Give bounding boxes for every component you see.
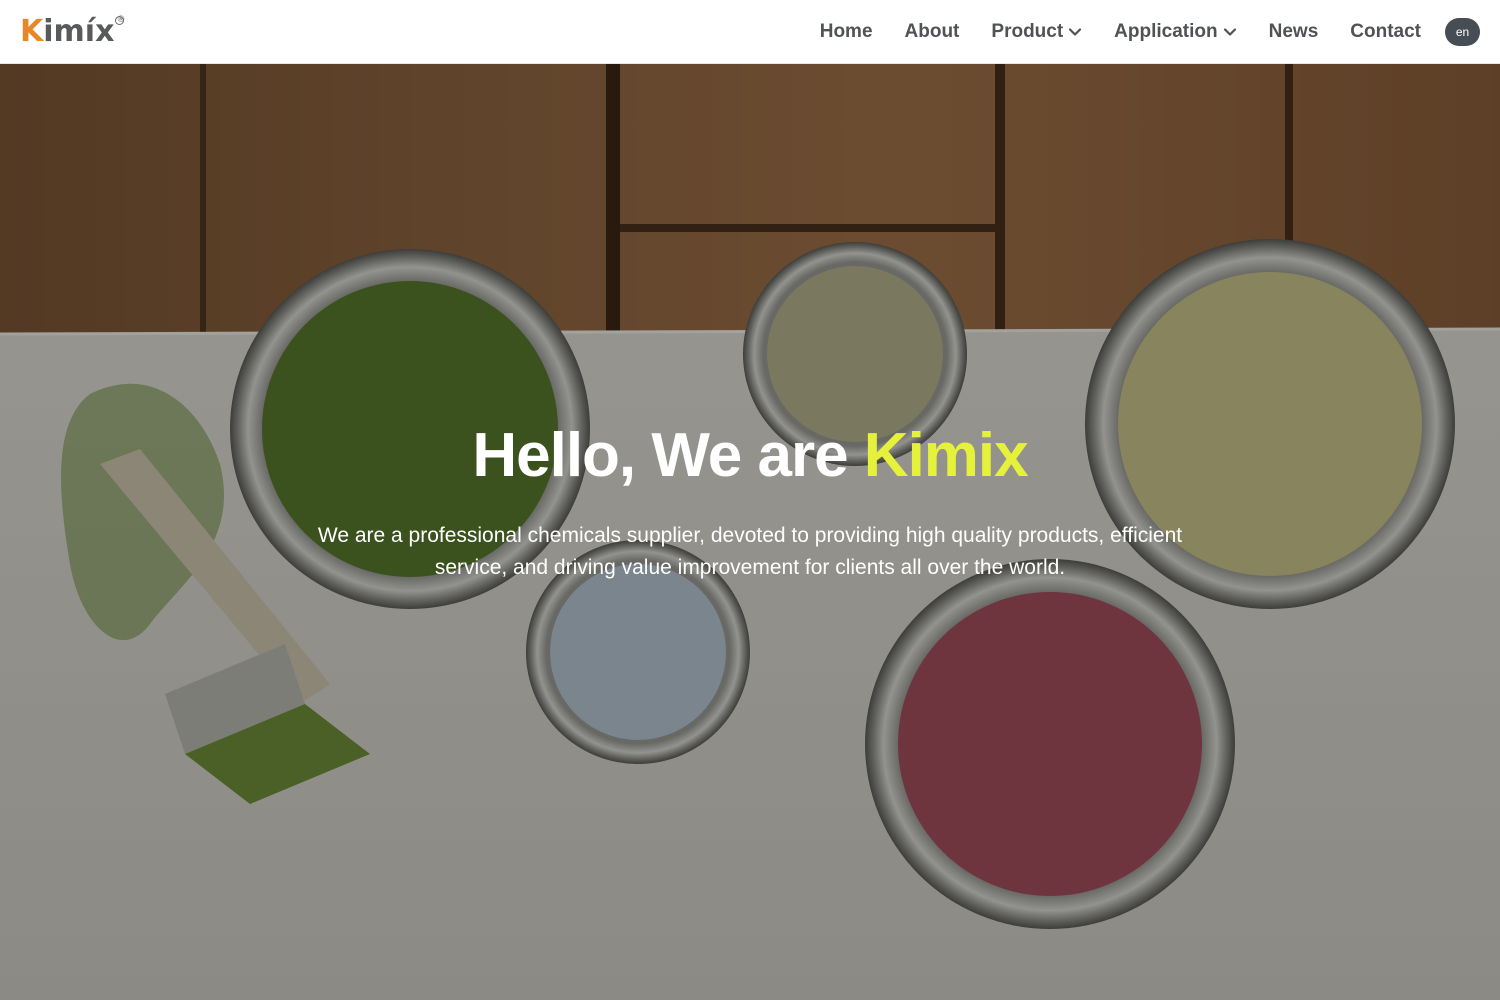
hero-title-prefix: Hello, We are xyxy=(472,421,864,490)
nav-product[interactable]: Product xyxy=(991,21,1082,43)
nav-about[interactable]: About xyxy=(905,21,960,43)
hero-title: Hello, We are Kimix xyxy=(0,416,1500,496)
kimix-logo[interactable]: Kimíx ® xyxy=(20,12,126,52)
nav-product-label: Product xyxy=(991,21,1064,42)
nav-news[interactable]: News xyxy=(1269,21,1319,43)
chevron-down-icon xyxy=(1069,28,1082,36)
hero-title-accent: Kimix xyxy=(863,421,1029,490)
hero-section: Hello, We are Kimix We are a professiona… xyxy=(0,64,1500,1000)
main-nav: Home About Product Application News Cont… xyxy=(820,0,1480,64)
language-switcher[interactable]: en xyxy=(1445,18,1480,46)
nav-application[interactable]: Application xyxy=(1114,21,1236,43)
chevron-down-icon xyxy=(1223,28,1236,36)
logo-wordmark: Kimíx xyxy=(20,14,115,49)
hero-subtitle: We are a professional chemicals supplier… xyxy=(317,524,1183,579)
site-header: Kimíx ® Home About Product Application N… xyxy=(0,0,1500,64)
hero-content: Hello, We are Kimix We are a professiona… xyxy=(0,416,1500,584)
nav-home[interactable]: Home xyxy=(820,21,873,43)
registered-mark: ® xyxy=(115,15,126,25)
nav-application-label: Application xyxy=(1114,21,1218,42)
nav-contact[interactable]: Contact xyxy=(1350,21,1421,43)
